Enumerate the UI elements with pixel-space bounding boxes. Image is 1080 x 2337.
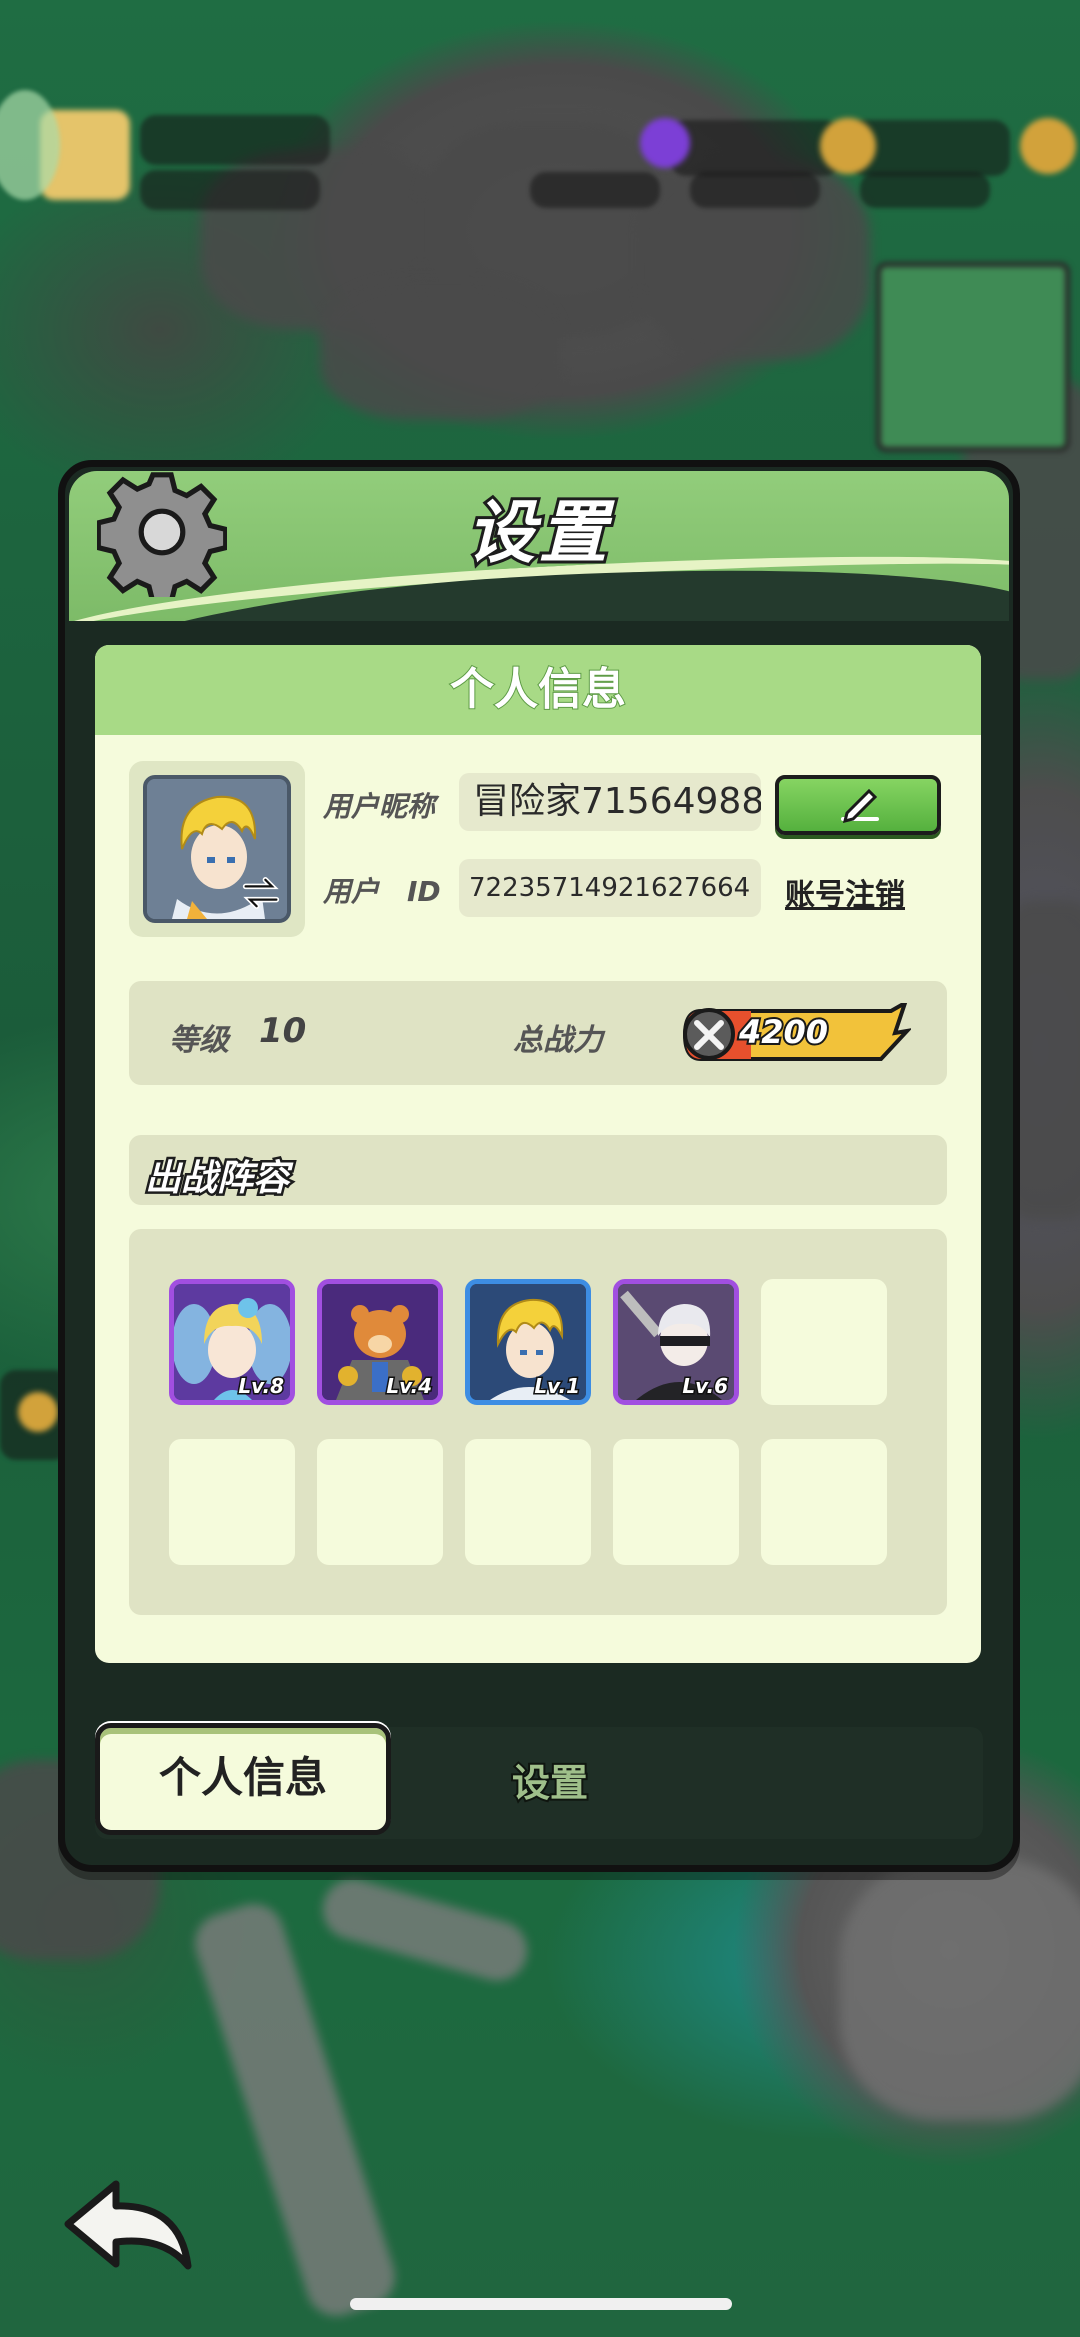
team-lineup: Lv.8 Lv.4 Lv.1 Lv.6 (129, 1229, 947, 1615)
cancel-account-link[interactable]: 账号注销 (785, 870, 905, 914)
avatar-frame[interactable] (129, 761, 305, 937)
empty-hero-slot[interactable] (317, 1439, 443, 1565)
empty-hero-slot[interactable] (613, 1439, 739, 1565)
nickname-label: 用户昵称 (323, 790, 436, 823)
section-header: 个人信息 (95, 645, 981, 735)
dialog-tabs: 个人信息 设置 (95, 1723, 983, 1839)
user-id-label: 用户 ID (323, 875, 441, 908)
hero-level: Lv.4 (385, 1373, 434, 1400)
empty-hero-slot[interactable] (169, 1439, 295, 1565)
tab-settings[interactable]: 设置 (425, 1727, 675, 1839)
swap-avatar-icon[interactable] (239, 871, 283, 915)
hero-level: Lv.6 (681, 1373, 730, 1400)
empty-hero-slot[interactable] (761, 1279, 887, 1405)
hero-slot-2[interactable]: Lv.4 (317, 1279, 443, 1405)
avatar[interactable] (143, 775, 291, 923)
team-title: 出战阵容 (142, 1156, 291, 1202)
level-value: 10 (259, 1011, 307, 1051)
dialog-title: 设置 (464, 491, 611, 576)
personal-info-panel: 个人信息 用户昵称 冒险家71564988 用户 ID 722357149216… (95, 645, 981, 1663)
power-value: 4200 (737, 1011, 830, 1053)
hero-level: Lv.1 (533, 1373, 582, 1400)
nickname-field: 冒险家71564988 (459, 773, 761, 831)
power-label: 总战力 (513, 1023, 603, 1058)
team-title-bar: 出战阵容 (129, 1135, 947, 1205)
edit-nickname-button[interactable] (775, 775, 941, 835)
power-badge: 4200 (681, 1003, 911, 1061)
hero-slot-3[interactable]: Lv.1 (465, 1279, 591, 1405)
pencil-icon (841, 788, 879, 824)
level-label: 等级 (169, 1023, 229, 1058)
user-id-field: 72235714921627664 (459, 859, 761, 917)
back-arrow-icon[interactable] (60, 2170, 200, 2280)
hero-slot-4[interactable]: Lv.6 (613, 1279, 739, 1405)
home-indicator (350, 2298, 732, 2310)
settings-dialog: 设置 个人信息 用户昵称 冒险家71564988 用户 ID 722357149… (58, 460, 1020, 1872)
hero-slot-1[interactable]: Lv.8 (169, 1279, 295, 1405)
stats-bar: 等级 10 总战力 4200 (129, 981, 947, 1085)
tab-personal-info[interactable]: 个人信息 (95, 1723, 391, 1835)
empty-hero-slot[interactable] (761, 1439, 887, 1565)
hero-level: Lv.8 (237, 1373, 286, 1400)
empty-hero-slot[interactable] (465, 1439, 591, 1565)
